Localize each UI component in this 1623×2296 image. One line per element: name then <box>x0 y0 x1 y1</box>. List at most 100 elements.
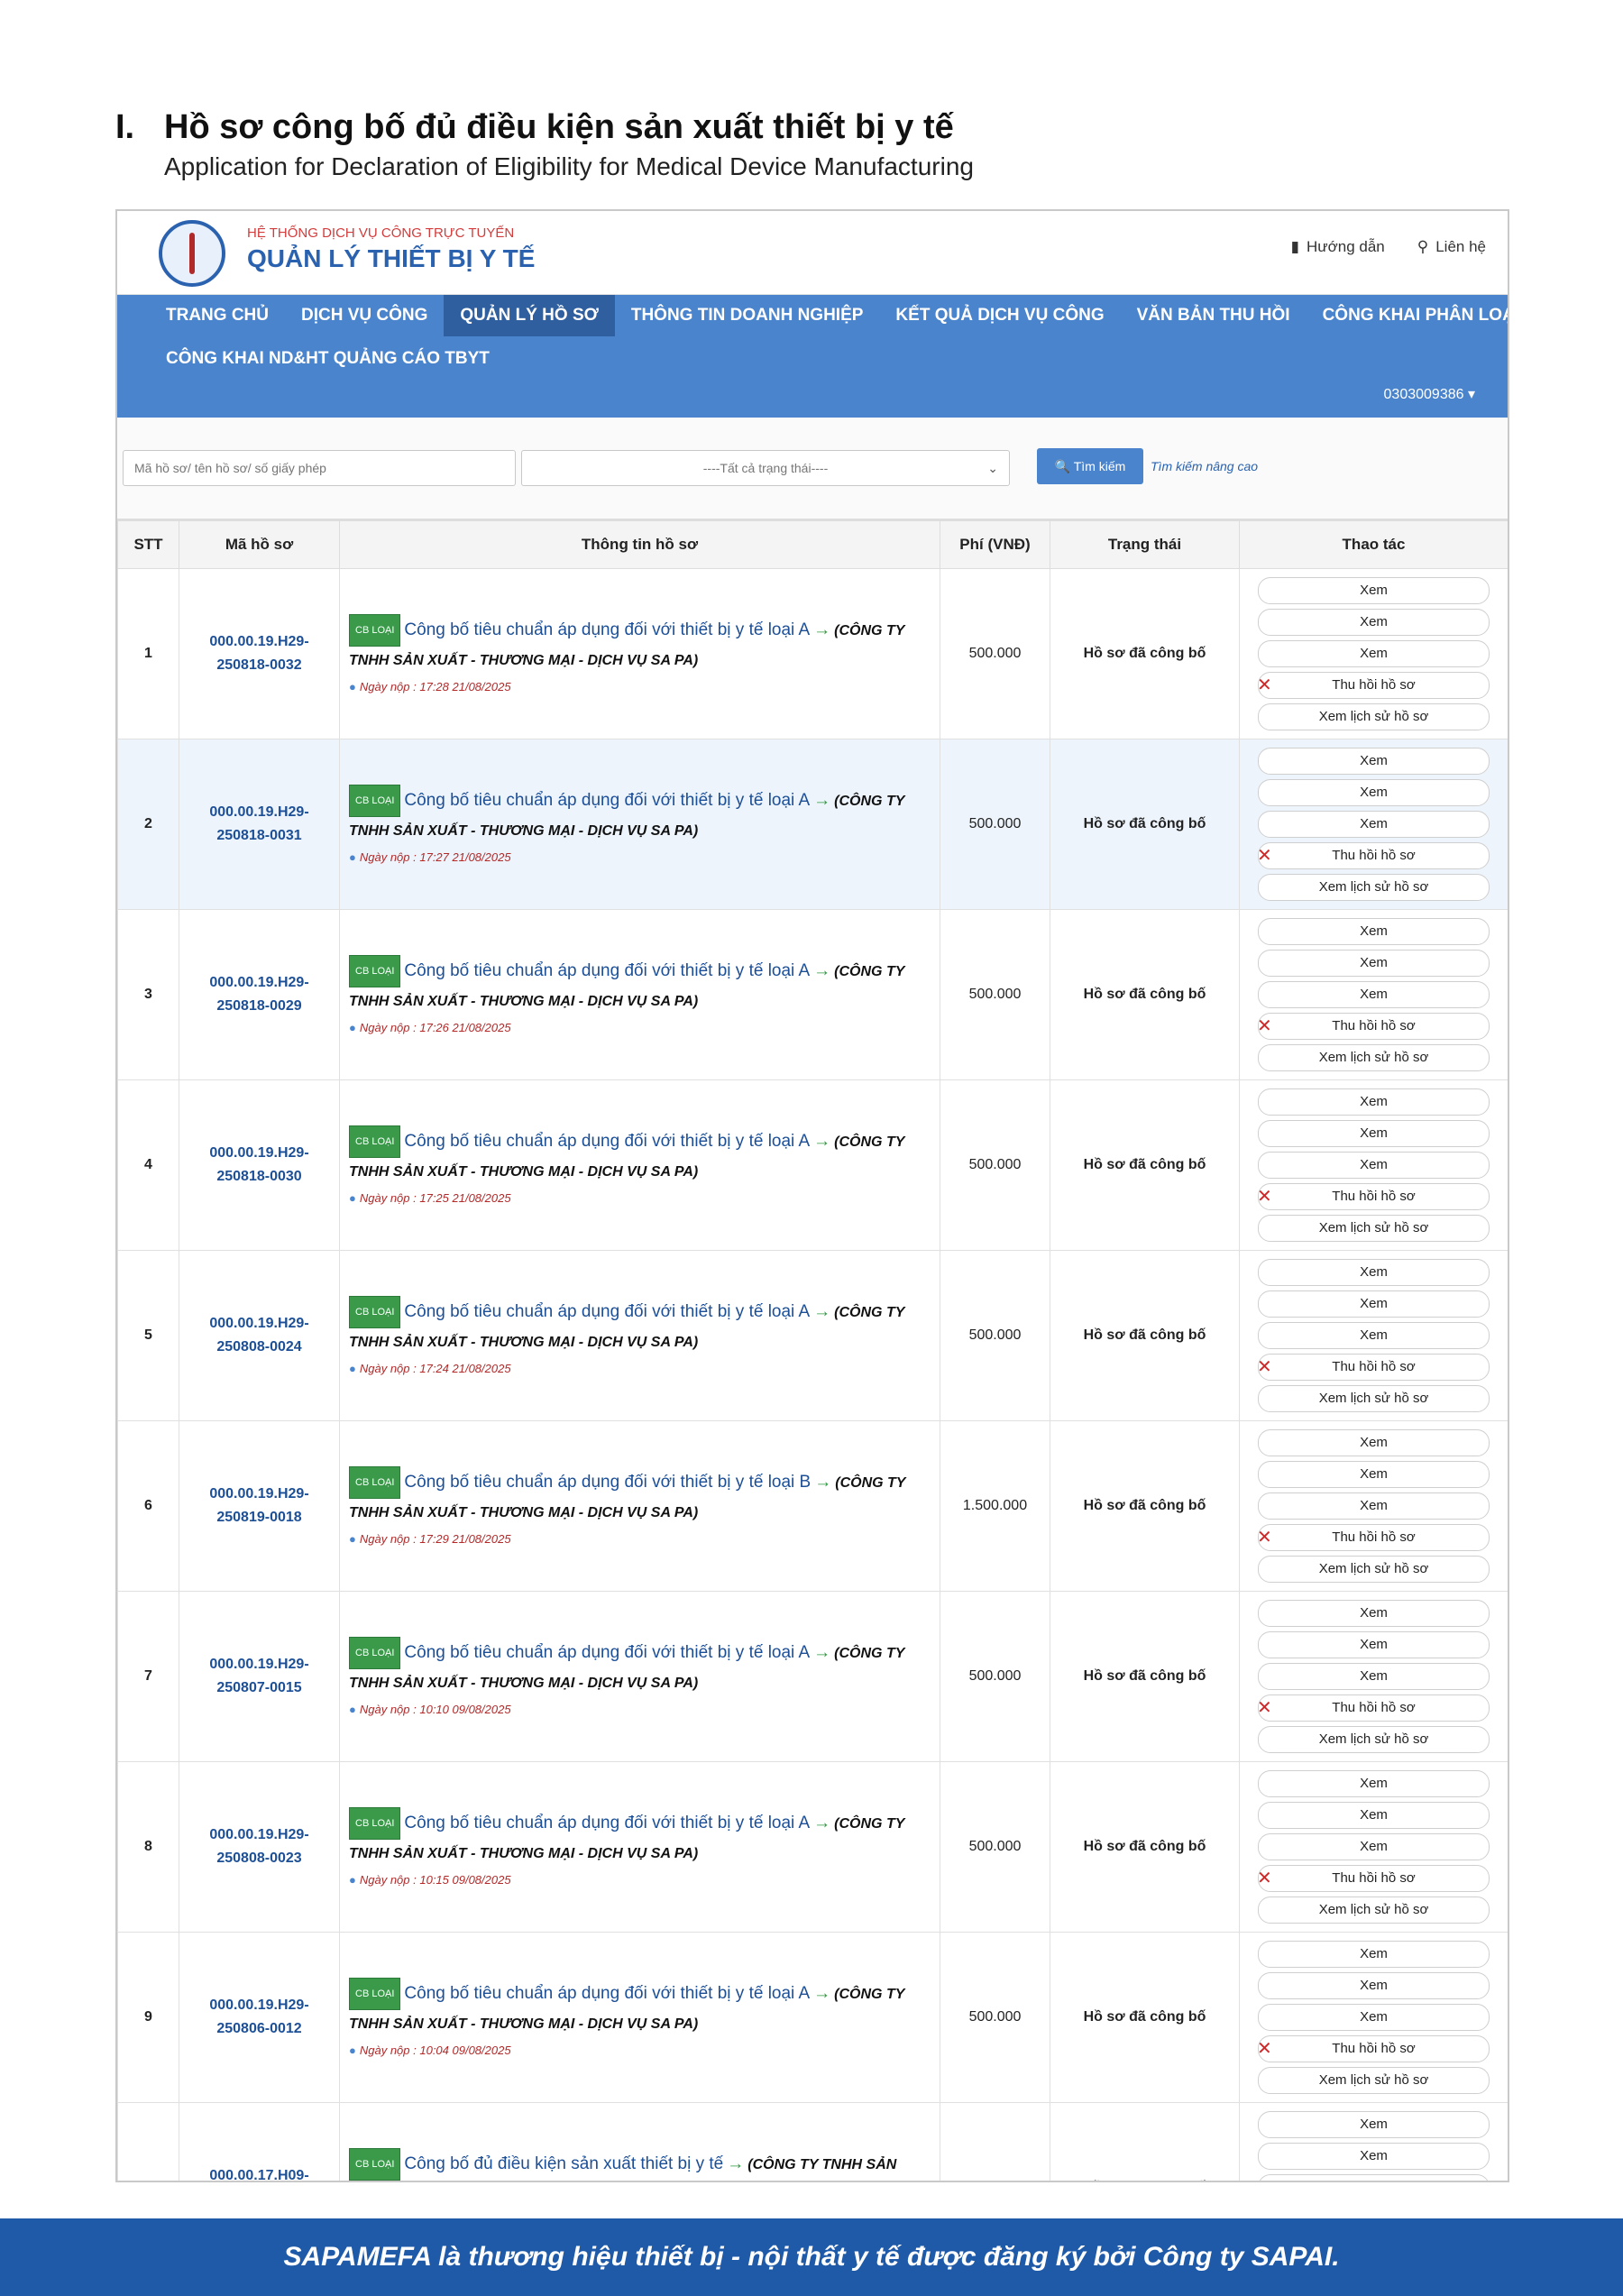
view-button[interactable]: Xem <box>1258 1461 1490 1488</box>
view-button[interactable]: Xem <box>1258 2004 1490 2031</box>
view-button[interactable]: Xem <box>1258 1802 1490 1829</box>
table-row[interactable]: 7 000.00.19.H29-250807-0015 CB LOẠI Công bố… <box>117 1591 1508 1762</box>
view-button[interactable]: Xem <box>1258 609 1490 636</box>
view-history-button[interactable]: Xem lịch sử hồ sơ <box>1258 1896 1490 1924</box>
cell-fee: 500.000 <box>940 568 1050 739</box>
user-account-menu[interactable]: 0303009386 ▾ <box>1384 385 1475 403</box>
record-title-link[interactable]: Công bố tiêu chuẩn áp dụng đối với thiết… <box>404 1814 810 1832</box>
withdraw-button[interactable]: ✕ Thu hồi hồ sơ <box>1257 842 1490 869</box>
record-title-link[interactable]: Công bố tiêu chuẩn áp dụng đối với thiết… <box>404 1984 810 2003</box>
view-button[interactable]: Xem <box>1258 1088 1490 1116</box>
view-history-button[interactable]: Xem lịch sử hồ sơ <box>1258 1385 1490 1412</box>
record-code-link[interactable]: 000.00.19.H29-250806-0012 <box>179 1932 340 2103</box>
cell-actions: Xem Xem Xem ✕Thu hồi hồ sơ Xem lịch sử hồ sơ <box>1239 1420 1508 1592</box>
nav-item[interactable]: TRANG CHỦ <box>150 295 285 336</box>
view-button[interactable]: Xem <box>1258 1429 1490 1456</box>
view-button[interactable]: Xem <box>1258 2143 1490 2170</box>
view-button[interactable]: Xem <box>1258 1152 1490 1179</box>
record-code-link[interactable]: 000.00.19.H29-250818-0031 <box>179 739 340 910</box>
view-button[interactable]: Xem <box>1258 1770 1490 1797</box>
view-button[interactable]: Xem <box>1258 1322 1490 1349</box>
withdraw-button[interactable]: ✕ Thu hồi hồ sơ <box>1257 1354 1490 1381</box>
view-button[interactable]: Xem <box>1258 1631 1490 1658</box>
table-row[interactable]: 8 000.00.19.H29-250808-0023 CB LOẠI Công bố… <box>117 1761 1508 1933</box>
search-input[interactable] <box>123 450 516 486</box>
table-row[interactable]: 6 000.00.19.H29-250819-0018 CB LOẠI Công bố… <box>117 1420 1508 1592</box>
view-history-button[interactable]: Xem lịch sử hồ sơ <box>1258 2067 1490 2094</box>
table-row[interactable]: 5 000.00.19.H29-250808-0024 CB LOẠI Công bố… <box>117 1250 1508 1421</box>
record-code-link[interactable]: 000.00.19.H29-250819-0018 <box>179 1420 340 1592</box>
view-history-button[interactable]: Xem lịch sử hồ sơ <box>1258 874 1490 901</box>
record-title-link[interactable]: Công bố tiêu chuẩn áp dụng đối với thiết… <box>404 1643 810 1662</box>
search-button[interactable]: 🔍 Tìm kiếm <box>1037 448 1143 484</box>
view-button[interactable]: Xem <box>1258 2174 1490 2181</box>
close-icon: ✕ <box>1257 1528 1272 1548</box>
table-row[interactable]: 3 000.00.19.H29-250818-0029 CB LOẠI Công bố… <box>117 909 1508 1080</box>
ministry-logo-icon[interactable] <box>159 220 225 287</box>
view-button[interactable]: Xem <box>1258 1972 1490 1999</box>
view-button[interactable]: Xem <box>1258 640 1490 667</box>
record-title-link[interactable]: Công bố tiêu chuẩn áp dụng đối với thiết… <box>404 620 810 639</box>
nav-item[interactable]: DỊCH VỤ CÔNG <box>285 295 444 336</box>
record-code-link[interactable]: 000.00.19.H29-250818-0030 <box>179 1079 340 1251</box>
view-button[interactable]: Xem <box>1258 950 1490 977</box>
record-title-link[interactable]: Công bố tiêu chuẩn áp dụng đối với thiết… <box>404 1302 810 1321</box>
withdraw-button[interactable]: ✕ Thu hồi hồ sơ <box>1257 1865 1490 1892</box>
view-button[interactable]: Xem <box>1258 918 1490 945</box>
record-code-link[interactable]: 000.00.19.H29-250818-0032 <box>179 568 340 739</box>
nav-item[interactable]: THÔNG TIN DOANH NGHIỆP <box>615 295 880 336</box>
nav-item[interactable]: VĂN BẢN THU HỒI <box>1121 295 1307 336</box>
view-button[interactable]: Xem <box>1258 1663 1490 1690</box>
table-row[interactable]: 4 000.00.19.H29-250818-0030 CB LOẠI Công bố… <box>117 1079 1508 1251</box>
view-button[interactable]: Xem <box>1258 1290 1490 1318</box>
advanced-search-link[interactable]: Tìm kiếm nâng cao <box>1151 459 1258 473</box>
table-row[interactable]: 2 000.00.19.H29-250818-0031 CB LOẠI Công bố… <box>117 739 1508 910</box>
withdraw-button[interactable]: ✕ Thu hồi hồ sơ <box>1257 1524 1490 1551</box>
view-history-button[interactable]: Xem lịch sử hồ sơ <box>1258 1044 1490 1071</box>
record-title-link[interactable]: Công bố tiêu chuẩn áp dụng đối với thiết… <box>404 1132 810 1151</box>
nav-item[interactable]: QUẢN LÝ HỒ SƠ <box>444 295 615 336</box>
nav-item[interactable]: KẾT QUẢ DỊCH VỤ CÔNG <box>879 295 1120 336</box>
contact-link[interactable]: ⚲ Liên hệ <box>1417 238 1486 256</box>
record-code-link[interactable]: 000.00.19.H29-250807-0015 <box>179 1591 340 1762</box>
table-row[interactable]: 10000.00.17.H09-250701-0001CB LOẠICông b… <box>117 2102 1508 2181</box>
view-history-button[interactable]: Xem lịch sử hồ sơ <box>1258 1556 1490 1583</box>
withdraw-button[interactable]: ✕ Thu hồi hồ sơ <box>1257 2035 1490 2062</box>
view-button[interactable]: Xem <box>1258 981 1490 1008</box>
nav-item[interactable]: CÔNG KHAI PHÂN LOẠI TBYT <box>1307 295 1508 336</box>
record-title-link[interactable]: Công bố tiêu chuẩn áp dụng đối với thiết… <box>404 1473 811 1492</box>
status-select[interactable]: ----Tất cả trạng thái---- ⌄ <box>521 450 1010 486</box>
record-code-link[interactable]: 000.00.19.H29-250818-0029 <box>179 909 340 1080</box>
view-button[interactable]: Xem <box>1258 577 1490 604</box>
view-button[interactable]: Xem <box>1258 1120 1490 1147</box>
withdraw-button[interactable]: ✕ Thu hồi hồ sơ <box>1257 1013 1490 1040</box>
record-title-link[interactable]: Công bố tiêu chuẩn áp dụng đối với thiết… <box>404 791 810 810</box>
view-history-button[interactable]: Xem lịch sử hồ sơ <box>1258 703 1490 730</box>
record-title-link[interactable]: Công bố tiêu chuẩn áp dụng đối với thiết… <box>404 961 810 980</box>
table-row[interactable]: 1 000.00.19.H29-250818-0032 CB LOẠI Công bố… <box>117 568 1508 739</box>
view-button[interactable]: Xem <box>1258 1833 1490 1860</box>
portal-brand[interactable]: HỆ THỐNG DỊCH VỤ CÔNG TRỰC TUYẾN QUẢN LÝ… <box>247 225 535 273</box>
view-history-button[interactable]: Xem lịch sử hồ sơ <box>1258 1726 1490 1753</box>
view-button[interactable]: Xem <box>1258 1259 1490 1286</box>
view-button[interactable]: Xem <box>1258 811 1490 838</box>
view-button[interactable]: Xem <box>1258 1941 1490 1968</box>
withdraw-button[interactable]: ✕ Thu hồi hồ sơ <box>1257 1694 1490 1722</box>
category-badge: CB LOẠI <box>349 1807 401 1840</box>
nav-item[interactable]: CÔNG KHAI ND&HT QUẢNG CÁO TBYT <box>150 338 506 380</box>
view-history-button[interactable]: Xem lịch sử hồ sơ <box>1258 1215 1490 1242</box>
view-button[interactable]: Xem <box>1258 2111 1490 2138</box>
record-code-link[interactable]: 000.00.17.H09-250701-0001 <box>179 2102 340 2181</box>
view-button[interactable]: Xem <box>1258 779 1490 806</box>
table-row[interactable]: 9 000.00.19.H29-250806-0012 CB LOẠI Công bố… <box>117 1932 1508 2103</box>
view-button[interactable]: Xem <box>1258 1600 1490 1627</box>
withdraw-button[interactable]: ✕ Thu hồi hồ sơ <box>1257 672 1490 699</box>
cell-stt: 8 <box>117 1761 179 1933</box>
record-code-link[interactable]: 000.00.19.H29-250808-0023 <box>179 1761 340 1933</box>
view-button[interactable]: Xem <box>1258 1492 1490 1520</box>
guide-link[interactable]: ▮ Hướng dẫn <box>1291 238 1385 256</box>
record-title-link[interactable]: Công bố đủ điều kiện sản xuất thiết bị y… <box>404 2154 723 2173</box>
withdraw-button[interactable]: ✕ Thu hồi hồ sơ <box>1257 1183 1490 1210</box>
view-button[interactable]: Xem <box>1258 748 1490 775</box>
record-code-link[interactable]: 000.00.19.H29-250808-0024 <box>179 1250 340 1421</box>
